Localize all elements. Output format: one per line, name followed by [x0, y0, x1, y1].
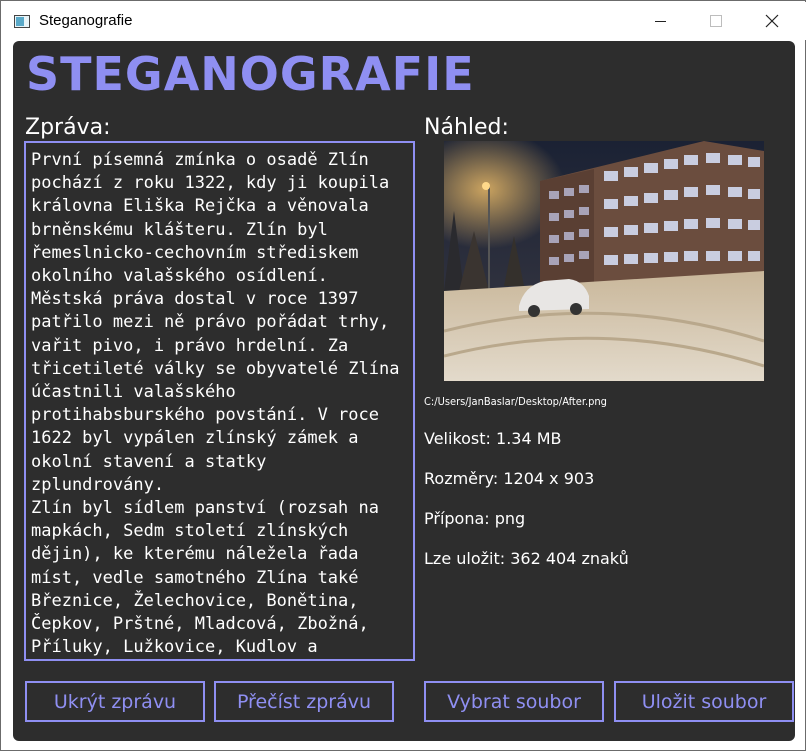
image-preview	[444, 141, 764, 381]
window-title: Steganografie	[39, 12, 133, 29]
select-file-button[interactable]: Vybrat soubor	[424, 681, 604, 722]
app-heading: STEGANOGRAFIE	[26, 47, 475, 101]
hide-message-button[interactable]: Ukrýt zprávu	[25, 681, 205, 722]
file-extension: Přípona: png	[424, 509, 526, 528]
message-label: Zpráva:	[25, 115, 111, 140]
title-bar[interactable]: Steganografie	[2, 2, 806, 40]
close-icon	[765, 14, 779, 28]
minimize-icon	[654, 20, 666, 22]
app-content: STEGANOGRAFIE Zpráva: Náhled: První píse…	[13, 41, 795, 741]
read-message-button[interactable]: Přečíst zprávu	[214, 681, 394, 722]
message-textarea[interactable]: První písemná zmínka o osadě Zlín pocház…	[24, 141, 415, 661]
file-path: C:/Users/JanBaslar/Desktop/After.png	[424, 395, 607, 408]
app-window: Steganografie STEGANOGRAFIE Zpráva: Náhl…	[0, 0, 806, 751]
preview-label: Náhled:	[424, 115, 509, 140]
window-app-icon	[14, 15, 30, 28]
preview-image	[444, 141, 764, 381]
capacity-info: Lze uložit: 362 404 znaků	[424, 549, 629, 568]
maximize-icon	[710, 15, 722, 27]
minimize-button[interactable]	[632, 2, 688, 40]
close-button[interactable]	[744, 2, 800, 40]
file-size: Velikost: 1.34 MB	[424, 429, 562, 448]
maximize-button[interactable]	[688, 2, 744, 40]
image-dimensions: Rozměry: 1204 x 903	[424, 469, 595, 488]
save-file-button[interactable]: Uložit soubor	[614, 681, 794, 722]
message-text: První písemná zmínka o osadě Zlín pocház…	[31, 150, 400, 658]
